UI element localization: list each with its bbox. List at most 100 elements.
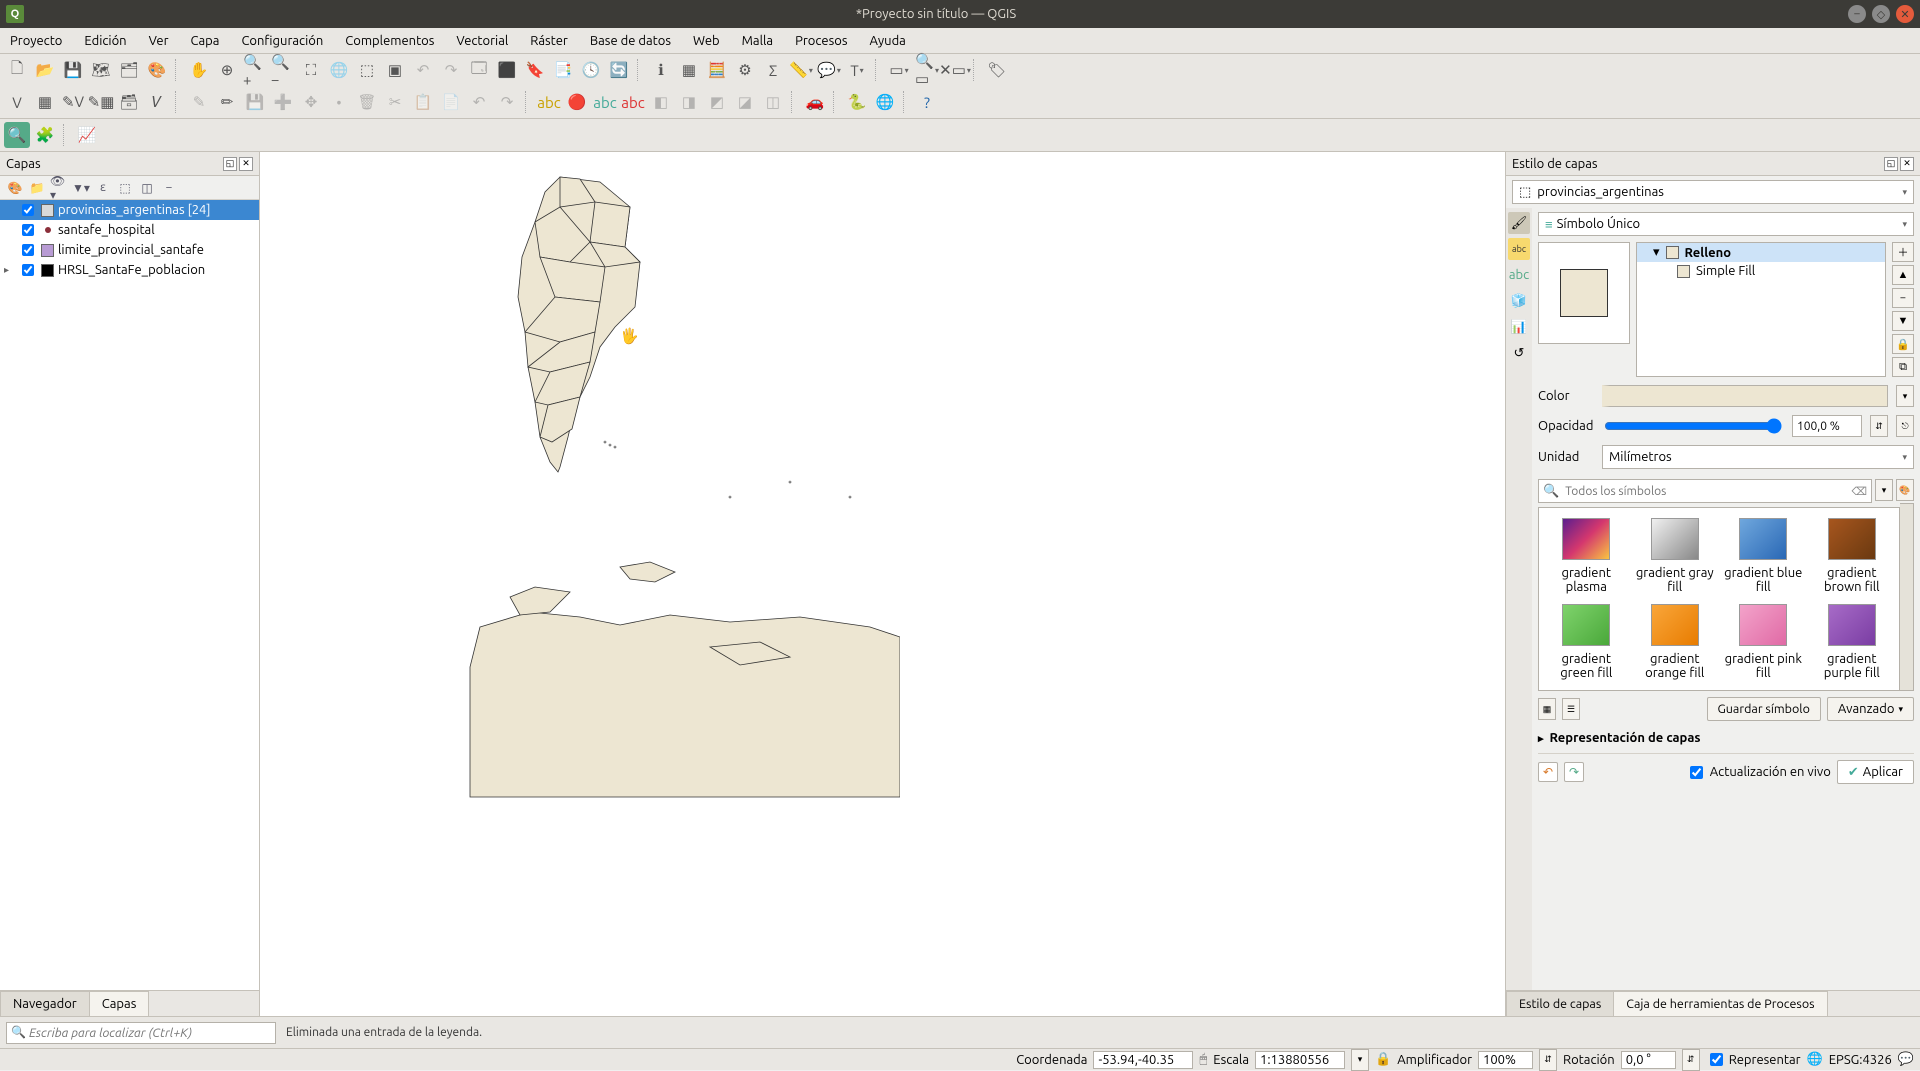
zoom-full-icon[interactable]: 🌐 — [326, 57, 352, 83]
label-tool-1-icon[interactable]: ◧ — [648, 89, 674, 115]
gallery-grid-view-button[interactable]: ▦ — [1538, 698, 1556, 720]
render-checkbox[interactable]: Representar — [1706, 1050, 1801, 1069]
show-bookmarks-icon[interactable]: 📑 — [550, 57, 576, 83]
layers-panel-dock-button[interactable]: ◱ — [223, 157, 237, 171]
opacity-slider[interactable] — [1604, 418, 1782, 434]
tab-toolbox[interactable]: Caja de herramientas de Procesos — [1613, 991, 1827, 1016]
gallery-list-view-button[interactable]: ☰ — [1562, 698, 1580, 720]
3d-tab-icon[interactable]: 🧊 — [1508, 290, 1530, 312]
layer-item-1[interactable]: santafe_hospital — [0, 220, 259, 240]
masks-tab-icon[interactable]: abc — [1508, 264, 1530, 286]
labels-tab-icon[interactable]: abc — [1508, 238, 1530, 260]
style-manager-icon[interactable]: 🎨 — [144, 57, 170, 83]
move-feature-icon[interactable]: ✥ — [298, 89, 324, 115]
layer-expand-icon[interactable]: ⬚ — [116, 179, 134, 197]
label-tool-2-icon[interactable]: ◨ — [676, 89, 702, 115]
layer-item-3[interactable]: ▸HRSL_SantaFe_poblacion — [0, 260, 259, 280]
symbol-gradient-plasma[interactable]: gradient plasma — [1545, 518, 1628, 594]
cut-features-icon[interactable]: ✂ — [382, 89, 408, 115]
style-layer-combo[interactable]: ⬚ provincias_argentinas — [1512, 180, 1914, 204]
profile-tool-icon[interactable]: 📈 — [74, 122, 100, 148]
layer-tree[interactable]: provincias_argentinas [24]santafe_hospit… — [0, 200, 259, 990]
help-icon[interactable]: ? — [914, 89, 940, 115]
field-calc-icon[interactable]: 🧮 — [704, 57, 730, 83]
locator-input[interactable] — [6, 1022, 276, 1044]
plugins-icon[interactable]: 🌐 — [872, 89, 898, 115]
pan-to-selection-icon[interactable]: ⊕ — [214, 57, 240, 83]
close-button[interactable]: ✕ — [1896, 5, 1914, 23]
layer-filter-icon[interactable]: ▼▾ — [72, 179, 90, 197]
layer-collapse-icon[interactable]: ◫ — [138, 179, 156, 197]
add-raster-icon[interactable]: ▦ — [32, 89, 58, 115]
maximize-button[interactable]: ◇ — [1872, 5, 1890, 23]
lock-scale-icon[interactable]: 🔒 — [1375, 1052, 1391, 1067]
zoom-in-icon[interactable]: 🔍+ — [242, 57, 268, 83]
delete-selected-icon[interactable]: 🗑 — [354, 89, 380, 115]
style-panel-close-button[interactable]: ✕ — [1900, 157, 1914, 171]
undo-style-button[interactable]: ↶ — [1538, 762, 1558, 782]
symbol-search[interactable]: 🔍 ⌫ — [1538, 479, 1872, 503]
layer-remove-icon[interactable]: − — [160, 179, 178, 197]
menu-ver[interactable]: Ver — [143, 32, 175, 50]
add-symbol-layer-button[interactable]: ＋ — [1892, 242, 1914, 262]
menu-proyecto[interactable]: Proyecto — [4, 32, 68, 50]
toolbox-icon[interactable]: ⚙ — [732, 57, 758, 83]
label-highlight-icon[interactable]: abc — [592, 89, 618, 115]
symbol-style-manager-button[interactable]: 🎨 — [1896, 479, 1914, 501]
georeferencer-icon[interactable]: 🧩 — [32, 122, 58, 148]
menu-raster[interactable]: Ráster — [524, 32, 574, 50]
add-vector-icon[interactable]: V — [4, 89, 30, 115]
new-shapefile-icon[interactable]: ✎V — [60, 89, 86, 115]
layout-manager-icon[interactable]: 🗂 — [116, 57, 142, 83]
labeling-icon[interactable]: abc — [536, 89, 562, 115]
redo-icon[interactable]: ↷ — [494, 89, 520, 115]
new-project-icon[interactable]: 🗋 — [4, 57, 30, 83]
remove-symbol-layer-button[interactable]: − — [1892, 288, 1914, 308]
diagram-icon[interactable]: 🔴 — [564, 89, 590, 115]
crs-value[interactable]: EPSG:4326 — [1829, 1053, 1892, 1067]
symbol-layer-tree[interactable]: ▾ Relleno Simple Fill — [1636, 242, 1886, 377]
menu-configuracion[interactable]: Configuración — [235, 32, 329, 50]
live-update-checkbox[interactable]: Actualización en vivo — [1686, 763, 1831, 782]
duplicate-symbol-button[interactable]: ⧉ — [1892, 357, 1914, 377]
tab-capas[interactable]: Capas — [89, 991, 150, 1016]
redo-style-button[interactable]: ↷ — [1564, 762, 1584, 782]
rot-value[interactable]: 0,0 ° — [1621, 1051, 1676, 1069]
measure-icon[interactable]: 📏 — [788, 57, 814, 83]
symbology-tab-icon[interactable]: 🖌 — [1508, 212, 1530, 234]
annotation-text-icon[interactable]: T — [844, 57, 870, 83]
save-edits-icon[interactable]: 💾 — [242, 89, 268, 115]
symbol-gradient-gray-fill[interactable]: gradient gray fill — [1634, 518, 1717, 594]
symbol-gradient-green-fill[interactable]: gradient green fill — [1545, 604, 1628, 680]
menu-edicion[interactable]: Edición — [78, 32, 132, 50]
new-3d-view-icon[interactable]: ⬛ — [494, 57, 520, 83]
extents-icon[interactable]: 🖱 — [1199, 1052, 1207, 1067]
move-down-button[interactable]: ▼ — [1892, 311, 1914, 331]
stats-icon[interactable]: Σ — [760, 57, 786, 83]
menu-basedatos[interactable]: Base de datos — [584, 32, 677, 50]
deselect-icon[interactable]: ✕▭ — [942, 57, 968, 83]
zoom-last-icon[interactable]: ↶ — [410, 57, 436, 83]
zoom-out-icon[interactable]: 🔍− — [270, 57, 296, 83]
opacity-data-defined-button[interactable]: ⎋ — [1896, 415, 1914, 437]
menu-procesos[interactable]: Procesos — [789, 32, 853, 50]
move-up-button[interactable]: ▲ — [1892, 265, 1914, 285]
unit-combo[interactable]: Milímetros — [1602, 445, 1914, 469]
map-canvas[interactable]: 🖐 — [260, 152, 1505, 1016]
toggle-editing-icon[interactable]: ✏ — [214, 89, 240, 115]
layer-add-group-icon[interactable]: 📁 — [28, 179, 46, 197]
label-tool-5-icon[interactable]: ◫ — [760, 89, 786, 115]
zoom-native-icon[interactable]: ⛶ — [298, 57, 324, 83]
menu-complementos[interactable]: Complementos — [339, 32, 440, 50]
style-panel-dock-button[interactable]: ◱ — [1884, 157, 1898, 171]
scale-dropdown[interactable]: ▾ — [1351, 1049, 1369, 1071]
history-tab-icon[interactable]: ↺ — [1508, 342, 1530, 364]
layer-style-icon[interactable]: 🎨 — [6, 179, 24, 197]
edit-pencil-icon[interactable]: ✎ — [186, 89, 212, 115]
symbol-gradient-blue-fill[interactable]: gradient blue fill — [1722, 518, 1805, 594]
tab-navegador[interactable]: Navegador — [0, 991, 90, 1016]
menu-ayuda[interactable]: Ayuda — [863, 32, 911, 50]
node-tool-icon[interactable]: • — [326, 89, 352, 115]
symbol-type-combo[interactable]: ≡ Símbolo Único — [1538, 212, 1914, 236]
zoom-next-icon[interactable]: ↷ — [438, 57, 464, 83]
